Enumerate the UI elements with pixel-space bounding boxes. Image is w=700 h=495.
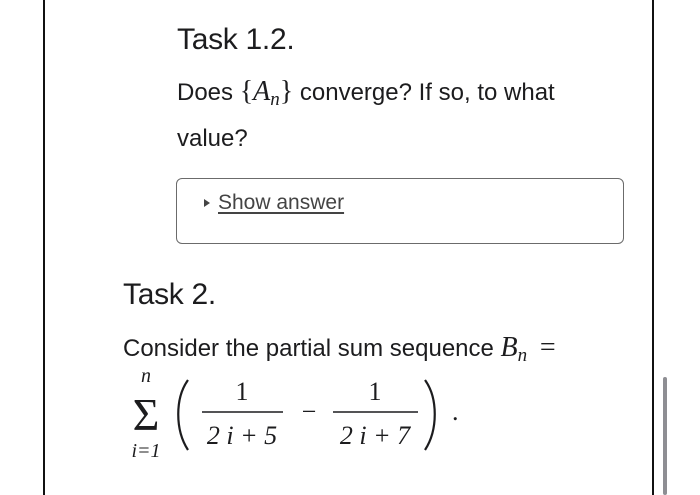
disclosure-triangle-icon — [204, 199, 210, 207]
left-paren — [177, 379, 189, 451]
task-1-2-heading: Task 1.2. — [177, 23, 295, 56]
right-paren — [424, 379, 436, 451]
minus-sign: − — [302, 397, 317, 426]
question-suffix: converge? If so, to what value? — [177, 79, 555, 152]
page-right-border — [652, 0, 654, 495]
vertical-scrollbar[interactable] — [663, 377, 667, 495]
task-1-2-question: Does {An} converge? If so, to what value… — [177, 72, 627, 158]
term1-numerator: 1 — [236, 377, 249, 406]
answer-details-box: Show answer — [176, 178, 624, 244]
summation-sigma: Σ — [133, 389, 160, 440]
show-answer-toggle[interactable]: Show answer — [204, 189, 344, 217]
formula-period: . — [452, 397, 459, 426]
sequence-b-n: Bn — [500, 332, 528, 366]
term1-denominator: 2 i + 5 — [207, 421, 277, 450]
partial-sum-formula: n Σ i=1 1 2 i + 5 − 1 2 i + 7 . — [131, 365, 459, 462]
show-answer-label: Show answer — [218, 191, 345, 214]
task-2-heading: Task 2. — [123, 278, 216, 311]
page-left-border — [43, 0, 45, 495]
equals-sign: = — [539, 332, 556, 363]
term2-denominator: 2 i + 7 — [340, 421, 411, 450]
sequence-a-n: {An} — [239, 76, 294, 110]
statement-text: Consider the partial sum sequence — [123, 335, 494, 362]
sum-lower-limit: i=1 — [131, 440, 160, 462]
question-prefix: Does — [177, 79, 234, 106]
term2-numerator: 1 — [369, 377, 382, 406]
sum-upper-limit: n — [141, 365, 151, 387]
